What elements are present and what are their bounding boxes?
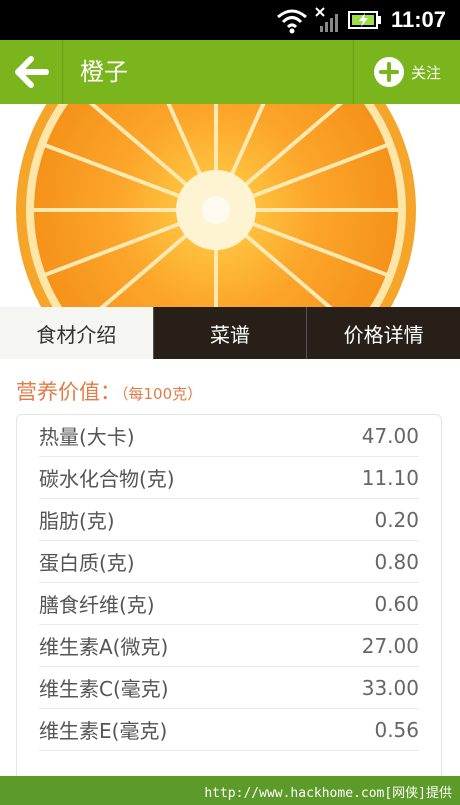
nutrient-value: 33.00 xyxy=(361,675,419,700)
tab-price-details[interactable]: 价格详情 xyxy=(306,307,460,359)
table-row: 碳水化合物(克) 11.10 xyxy=(39,457,419,499)
watermark-bar: http://www.hackhome.com[网侠]提供 xyxy=(0,776,460,805)
nutrient-value: 27.00 xyxy=(361,633,419,658)
nutrition-subtitle: （每100克） xyxy=(121,385,203,403)
tab-recipes[interactable]: 菜谱 xyxy=(152,307,307,359)
orange-slice-image xyxy=(16,104,416,308)
app-bar: 橙子 关注 xyxy=(0,40,460,105)
nutrient-value: 0.20 xyxy=(374,507,419,532)
plus-circle-icon xyxy=(373,57,404,87)
tab-ingredient-intro[interactable]: 食材介绍 xyxy=(0,307,153,359)
table-row: 蛋白质(克) 0.80 xyxy=(39,541,419,583)
nutrient-name: 脂肪(克) xyxy=(39,509,115,533)
nutrition-title: 营养价值：（每100克） xyxy=(16,376,202,406)
watermark-text: http://www.hackhome.com[网侠]提供 xyxy=(204,786,452,801)
hero-image xyxy=(0,104,460,308)
no-signal-icon xyxy=(315,7,338,32)
nutrient-name: 蛋白质(克) xyxy=(39,551,135,575)
nutrient-name: 维生素C(毫克) xyxy=(39,677,169,701)
nutrient-name: 维生素A(微克) xyxy=(39,635,169,659)
arrow-left-icon xyxy=(15,56,49,88)
nutrient-name: 膳食纤维(克) xyxy=(39,593,155,617)
follow-label: 关注 xyxy=(410,63,441,82)
status-bar: 11:07 xyxy=(0,0,460,40)
table-row: 脂肪(克) 0.20 xyxy=(39,499,419,541)
table-row: 维生素A(微克) 27.00 xyxy=(39,625,419,667)
nutrient-value: 11.10 xyxy=(361,465,419,490)
nutrient-value: 0.80 xyxy=(374,549,419,574)
follow-button[interactable]: 关注 xyxy=(353,40,460,104)
wifi-icon xyxy=(277,9,307,34)
back-button[interactable] xyxy=(0,40,63,104)
nutrient-value: 0.56 xyxy=(374,717,419,742)
table-row: 膳食纤维(克) 0.60 xyxy=(39,583,419,625)
nutrient-name: 热量(大卡) xyxy=(39,425,135,449)
table-row: 维生素C(毫克) 33.00 xyxy=(39,667,419,709)
nutrient-name: 维生素E(毫克) xyxy=(39,719,168,743)
nutrient-name: 碳水化合物(克) xyxy=(39,467,175,491)
nutrient-value: 47.00 xyxy=(361,423,419,448)
nutrient-value: 0.60 xyxy=(374,591,419,616)
nutrition-title-text: 营养价值： xyxy=(16,380,121,404)
table-row: 维生素E(毫克) 0.56 xyxy=(39,709,419,751)
status-time: 11:07 xyxy=(390,7,446,32)
battery-charging-icon xyxy=(348,11,381,29)
tab-bar: 食材介绍 菜谱 价格详情 xyxy=(0,307,460,359)
nutrition-table: 热量(大卡) 47.00 碳水化合物(克) 11.10 脂肪(克) 0.20 蛋白质(… xyxy=(16,414,442,792)
page-title: 橙子 xyxy=(80,58,128,86)
table-row: 热量(大卡) 47.00 xyxy=(39,415,419,457)
